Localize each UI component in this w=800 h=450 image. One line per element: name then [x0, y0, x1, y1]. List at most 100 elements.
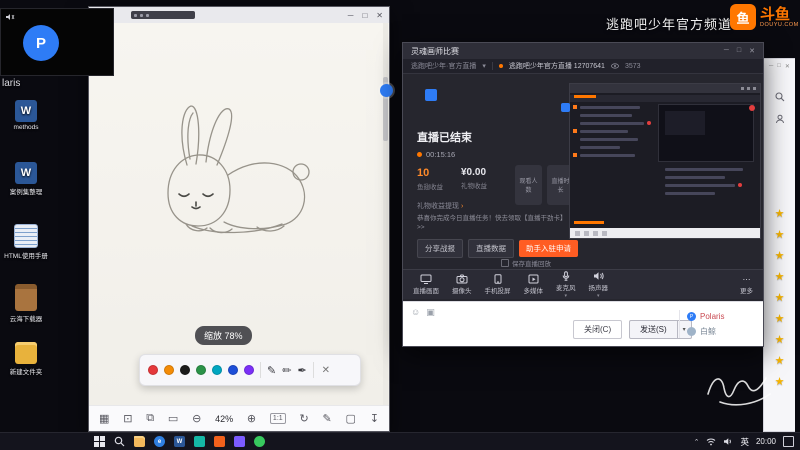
rabbit-sketch: [167, 105, 310, 234]
crop-icon[interactable]: ▢: [345, 412, 355, 425]
app-icon[interactable]: [214, 436, 225, 447]
nested-video-preview: [658, 104, 754, 162]
color-swatch-red[interactable]: [148, 365, 158, 375]
color-swatch-blue[interactable]: [228, 365, 238, 375]
microphone-icon: [562, 270, 570, 281]
desktop-icon-folder[interactable]: 新建文件夹: [3, 342, 49, 376]
actual-size-button[interactable]: 1:1: [269, 413, 286, 424]
webcam-overlay[interactable]: P: [0, 8, 114, 76]
file-explorer-icon[interactable]: [134, 436, 145, 447]
ime-indicator[interactable]: 英: [740, 436, 749, 448]
withdraw-link[interactable]: 礼物收益提现 ›: [417, 201, 463, 211]
star-icon: ★: [774, 313, 785, 325]
color-swatch-green[interactable]: [196, 365, 206, 375]
dock-item-microphone[interactable]: 麦克风 ▾: [556, 270, 576, 299]
stream-stats: 10 鱼翅收益 ¥0.00 礼物收益: [417, 167, 487, 191]
taskbar: e W ⌃ 英 20:00: [0, 432, 800, 450]
tab-room[interactable]: 逃跑吧少年·官方直播: [411, 61, 476, 71]
save-replay-option[interactable]: 保存直播回放: [501, 258, 551, 268]
maximize-button[interactable]: □: [737, 47, 741, 55]
star-icon: ★: [774, 208, 785, 220]
app-icon[interactable]: [254, 436, 265, 447]
desktop-icon-downloader[interactable]: 云海下载器: [3, 284, 49, 323]
assistant-apply-button[interactable]: 助手入驻申请: [519, 240, 578, 257]
app-icon[interactable]: [234, 436, 245, 447]
dock-item-phone-cast[interactable]: 手机投屏: [485, 274, 511, 295]
desktop-icon-label: 云海下载器: [9, 316, 43, 323]
dock-item-media[interactable]: 多媒体: [524, 274, 543, 295]
maximize-button[interactable]: □: [362, 11, 367, 20]
rotate-icon[interactable]: ↻: [299, 412, 308, 425]
close-pen-toolbar-icon[interactable]: ✕: [322, 365, 330, 376]
maximize-button[interactable]: □: [777, 63, 781, 70]
stat-value: 10: [417, 167, 430, 179]
emoji-icon[interactable]: ☺: [411, 307, 420, 318]
room-title[interactable]: 逃跑吧少年官方直播 12707641: [509, 61, 605, 71]
close-button[interactable]: ✕: [785, 63, 790, 70]
dock-more-button[interactable]: ⋯ 更多: [740, 275, 753, 295]
box-app-icon: [15, 284, 37, 311]
minimize-button[interactable]: ─: [348, 11, 354, 20]
star-icon: ★: [774, 292, 785, 304]
image-editor-window: ─ □ ✕ 缩放 78% ✎ ✏ ✒ ✕ ▦ ⊡ ⧉ ▭ ⊖ 42% ⊕ 1:1…: [88, 6, 390, 432]
select-frame-icon[interactable]: ▭: [168, 412, 178, 425]
search-icon[interactable]: [114, 436, 125, 447]
desktop-icon-notes[interactable]: W 案例集整理: [3, 162, 49, 196]
tray-expand-icon[interactable]: ⌃: [694, 438, 700, 446]
save-download-icon[interactable]: ↧: [370, 412, 379, 425]
search-icon[interactable]: [774, 92, 785, 102]
zoom-in-icon[interactable]: ⊕: [247, 412, 256, 425]
close-button[interactable]: ✕: [376, 11, 383, 20]
pencil-tool-icon[interactable]: ✎: [267, 364, 276, 377]
star-icon: ★: [774, 250, 785, 262]
desktop-icon-methods[interactable]: W methods: [3, 100, 49, 131]
close-button[interactable]: ✕: [749, 47, 755, 55]
chat-row[interactable]: 白鲸: [687, 326, 724, 337]
viewer-count: 3573: [624, 62, 641, 70]
dock-item-screen[interactable]: 直播画面: [413, 274, 439, 295]
notification-center-icon[interactable]: [783, 436, 794, 447]
minimize-button[interactable]: ─: [769, 63, 773, 70]
clock[interactable]: 20:00: [756, 437, 776, 446]
editor-canvas[interactable]: 缩放 78% ✎ ✏ ✒ ✕: [89, 23, 389, 405]
edit-icon[interactable]: ✎: [322, 412, 331, 425]
color-swatch-black[interactable]: [180, 365, 190, 375]
dock-item-speaker[interactable]: 扬声器 ▾: [589, 271, 608, 299]
send-button[interactable]: 发送(S): [629, 320, 678, 339]
chevron-down-icon[interactable]: ▾: [597, 293, 600, 299]
image-icon[interactable]: ▣: [426, 307, 435, 318]
checkbox[interactable]: [501, 259, 509, 267]
color-swatch-cyan[interactable]: [212, 365, 222, 375]
editor-mini-toolbar[interactable]: [131, 11, 195, 19]
minimize-button[interactable]: ─: [724, 47, 729, 55]
browser-icon[interactable]: e: [154, 436, 165, 447]
studio-titlebar[interactable]: 灵魂画师比赛 ─ □ ✕: [403, 43, 763, 59]
board-icon[interactable]: ▦: [99, 412, 109, 425]
float-badge[interactable]: [380, 84, 393, 97]
word-app-icon[interactable]: W: [174, 436, 185, 447]
zoom-out-icon[interactable]: ⊖: [192, 412, 201, 425]
douyu-logo-text: 斗鱼: [760, 5, 791, 23]
close-dialog-button[interactable]: 关闭(C): [573, 320, 623, 339]
share-report-button[interactable]: 分享战报: [417, 239, 463, 258]
copy-icon[interactable]: ⧉: [146, 412, 154, 425]
app-icon[interactable]: [194, 436, 205, 447]
user-icon[interactable]: [775, 114, 785, 124]
color-swatch-purple[interactable]: [244, 365, 254, 375]
desktop-icon-manual[interactable]: HTML使用手册: [3, 224, 49, 260]
studio-tabrow: 逃跑吧少年·官方直播 ▾ 逃跑吧少年官方直播 12707641 3573: [403, 59, 763, 74]
chevron-down-icon[interactable]: ▾: [564, 293, 567, 299]
dock-item-camera[interactable]: 摄像头: [452, 274, 472, 295]
stat-cards: 观看人数 直播时长: [515, 165, 574, 205]
camera-icon: [456, 274, 468, 284]
stream-data-button[interactable]: 直播数据: [468, 239, 514, 258]
color-swatch-orange[interactable]: [164, 365, 174, 375]
marker-tool-icon[interactable]: ✏: [282, 364, 291, 377]
ink-pen-tool-icon[interactable]: ✒: [297, 364, 306, 377]
start-button[interactable]: [94, 436, 105, 447]
wifi-icon[interactable]: [706, 437, 716, 446]
fit-window-icon[interactable]: ⊡: [123, 412, 132, 425]
volume-icon[interactable]: [723, 437, 733, 446]
editor-titlebar[interactable]: ─ □ ✕: [89, 7, 389, 24]
chat-row[interactable]: P Polaris: [687, 312, 724, 321]
